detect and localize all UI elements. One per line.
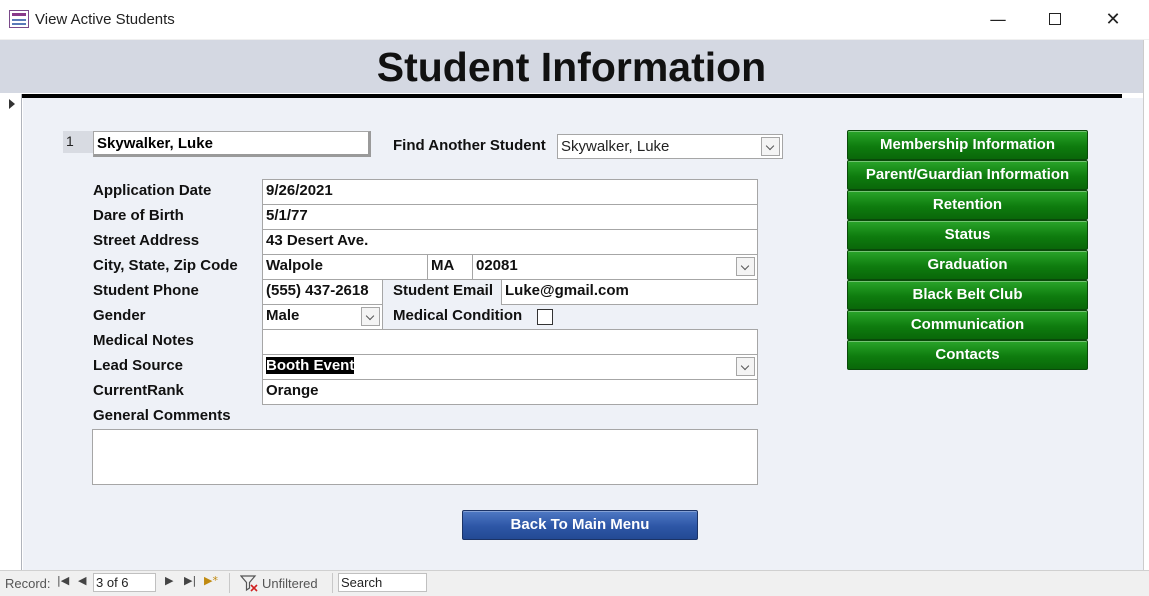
state-field[interactable]: MA <box>427 254 473 280</box>
city-state-zip-label: City, State, Zip Code <box>93 257 238 274</box>
zip-code-combo[interactable]: 02081 <box>472 254 758 280</box>
student-phone-field[interactable]: (555) 437-2618 <box>262 279 383 305</box>
form-title: Student Information <box>376 44 767 90</box>
zip-dropdown-icon[interactable] <box>736 257 755 276</box>
street-address-label: Street Address <box>93 232 200 249</box>
student-phone-label: Student Phone <box>93 282 199 299</box>
date-of-birth-field[interactable]: 5/1/77 <box>262 204 758 230</box>
current-rank-field[interactable]: Orange <box>262 379 758 405</box>
application-date-label: Application Date <box>93 182 212 199</box>
maximize-button[interactable] <box>1043 8 1067 32</box>
window-edge <box>1143 40 1149 596</box>
filter-icon[interactable] <box>240 574 258 592</box>
parent-guardian-information-button[interactable]: Parent/Guardian Information <box>847 160 1088 190</box>
lead-source-dropdown-icon[interactable] <box>736 357 755 376</box>
filter-status-label[interactable]: Unfiltered <box>262 576 318 591</box>
new-record-icon[interactable]: ▶* <box>204 574 218 587</box>
general-comments-label: General Comments <box>93 407 231 424</box>
black-belt-club-button[interactable]: Black Belt Club <box>847 280 1088 310</box>
find-student-dropdown-icon[interactable] <box>761 137 780 156</box>
student-name-field[interactable]: Skywalker, Luke <box>93 131 371 157</box>
access-form-icon <box>9 10 29 28</box>
application-date-field[interactable]: 9/26/2021 <box>262 179 758 205</box>
gender-value: Male <box>266 307 300 324</box>
window-title: View Active Students <box>35 11 175 28</box>
lead-source-combo[interactable]: Booth Event <box>262 354 758 380</box>
graduation-button[interactable]: Graduation <box>847 250 1088 280</box>
medical-condition-label: Medical Condition <box>393 307 523 324</box>
medical-condition-checkbox[interactable] <box>537 309 553 325</box>
medical-notes-label: Medical Notes <box>93 332 194 349</box>
maximize-icon <box>1049 12 1061 25</box>
current-record-input[interactable]: 3 of 6 <box>93 573 156 592</box>
general-comments-field[interactable] <box>92 429 758 485</box>
student-email-field[interactable]: Luke@gmail.com <box>501 279 758 305</box>
gender-combo[interactable]: Male <box>262 304 383 330</box>
record-id: 1 <box>63 131 93 153</box>
record-navigation-bar: Record: |◀ ◀ 3 of 6 ▶ ▶| ▶* Unfiltered S… <box>0 570 1149 596</box>
last-record-icon[interactable]: ▶| <box>184 574 196 587</box>
window-titlebar: View Active Students — ✕ <box>0 0 1149 40</box>
medical-notes-field[interactable] <box>262 329 758 355</box>
current-rank-label: CurrentRank <box>93 382 184 399</box>
search-input[interactable]: Search <box>338 573 427 592</box>
gender-dropdown-icon[interactable] <box>361 307 380 326</box>
find-student-combo[interactable]: Skywalker, Luke <box>557 134 783 159</box>
street-address-field[interactable]: 43 Desert Ave. <box>262 229 758 255</box>
record-label: Record: <box>5 576 51 591</box>
date-of-birth-label: Dare of Birth <box>93 207 184 224</box>
close-button[interactable]: ✕ <box>1101 8 1125 32</box>
lead-source-value: Booth Event <box>266 357 355 374</box>
current-record-arrow-icon <box>9 99 15 109</box>
record-selector[interactable] <box>0 94 22 570</box>
communication-button[interactable]: Communication <box>847 310 1088 340</box>
minimize-button[interactable]: — <box>986 8 1010 32</box>
next-record-icon[interactable]: ▶ <box>165 574 173 587</box>
city-field[interactable]: Walpole <box>262 254 428 280</box>
retention-button[interactable]: Retention <box>847 190 1088 220</box>
find-student-label: Find Another Student <box>393 137 546 154</box>
find-student-value: Skywalker, Luke <box>561 138 670 155</box>
previous-record-icon[interactable]: ◀ <box>78 574 86 587</box>
gender-label: Gender <box>93 307 146 324</box>
lead-source-label: Lead Source <box>93 357 184 374</box>
student-email-label: Student Email <box>393 282 494 299</box>
zip-code-value: 02081 <box>476 257 518 274</box>
status-button[interactable]: Status <box>847 220 1088 250</box>
nav-separator <box>229 573 230 593</box>
form-header: Student Information <box>0 40 1143 93</box>
back-to-main-menu-button[interactable]: Back To Main Menu <box>462 510 698 540</box>
nav-separator <box>332 573 333 593</box>
contacts-button[interactable]: Contacts <box>847 340 1088 370</box>
first-record-icon[interactable]: |◀ <box>57 574 69 587</box>
membership-information-button[interactable]: Membership Information <box>847 130 1088 160</box>
